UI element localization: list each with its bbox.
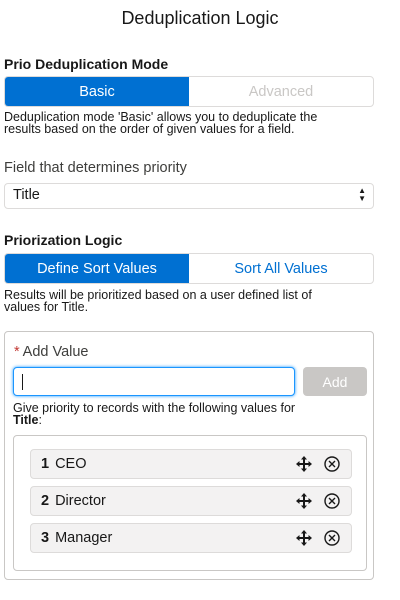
list-item[interactable]: 3 Manager xyxy=(30,523,352,553)
add-value-label-text: Add Value xyxy=(22,344,89,360)
move-icon[interactable] xyxy=(295,529,313,547)
dedup-mode-advanced-button: Advanced xyxy=(248,83,314,100)
remove-icon[interactable] xyxy=(323,455,341,473)
move-icon[interactable] xyxy=(295,455,313,473)
dedup-mode-label: Prio Deduplication Mode xyxy=(4,56,169,72)
dedup-mode-toggle: Basic Advanced xyxy=(4,76,374,107)
page-title: Deduplication Logic xyxy=(121,8,279,28)
list-item[interactable]: 1 CEO xyxy=(30,449,352,479)
priority-field-label: Field that determines priority xyxy=(4,160,187,176)
list-item[interactable]: 2 Director xyxy=(30,486,352,516)
move-icon[interactable] xyxy=(295,492,313,510)
priority-description-line2: Title: xyxy=(13,413,363,427)
dedup-mode-help-line2: results based on the order of given valu… xyxy=(4,122,295,136)
list-item-number: 1 xyxy=(41,456,50,472)
select-arrows-icon: ▲ ▼ xyxy=(358,186,366,203)
priorization-help: Results will be prioritized based on a u… xyxy=(4,289,312,314)
add-button[interactable]: Add xyxy=(303,367,367,396)
priority-field-name: Title xyxy=(13,413,39,427)
priority-field-value: Title xyxy=(13,187,40,203)
sort-all-values-button[interactable]: Sort All Values xyxy=(189,254,373,283)
list-item-label: CEO xyxy=(55,456,87,472)
remove-icon[interactable] xyxy=(323,492,341,510)
priority-description: Give priority to records with the follow… xyxy=(13,401,363,427)
add-value-label: * Add Value xyxy=(14,344,89,360)
priorization-help-line2: values for Title. xyxy=(4,300,89,314)
list-item-number: 2 xyxy=(41,493,50,509)
dedup-mode-help: Deduplication mode 'Basic' allows you to… xyxy=(4,111,317,136)
priority-field-select[interactable]: Title ▲ ▼ xyxy=(4,183,374,209)
text-cursor xyxy=(22,374,23,390)
remove-icon[interactable] xyxy=(323,529,341,547)
add-value-input[interactable] xyxy=(13,367,295,396)
priority-colon: : xyxy=(38,413,42,427)
list-item-label: Director xyxy=(55,493,106,509)
values-list: 1 CEO 2 Director 3 Manager xyxy=(13,435,367,571)
priorization-toggle: Define Sort Values Sort All Values xyxy=(4,253,374,284)
list-item-label: Manager xyxy=(55,530,113,546)
list-item-number: 3 xyxy=(41,530,50,546)
required-mark: * xyxy=(14,344,20,360)
priorization-logic-label: Priorization Logic xyxy=(4,232,123,248)
define-sort-values-button[interactable]: Define Sort Values xyxy=(5,254,189,283)
priority-description-line1: Give priority to records with the follow… xyxy=(13,401,296,415)
add-value-panel: * Add Value Add Give priority to records … xyxy=(4,331,374,580)
dedup-mode-basic-button[interactable]: Basic xyxy=(5,77,189,106)
